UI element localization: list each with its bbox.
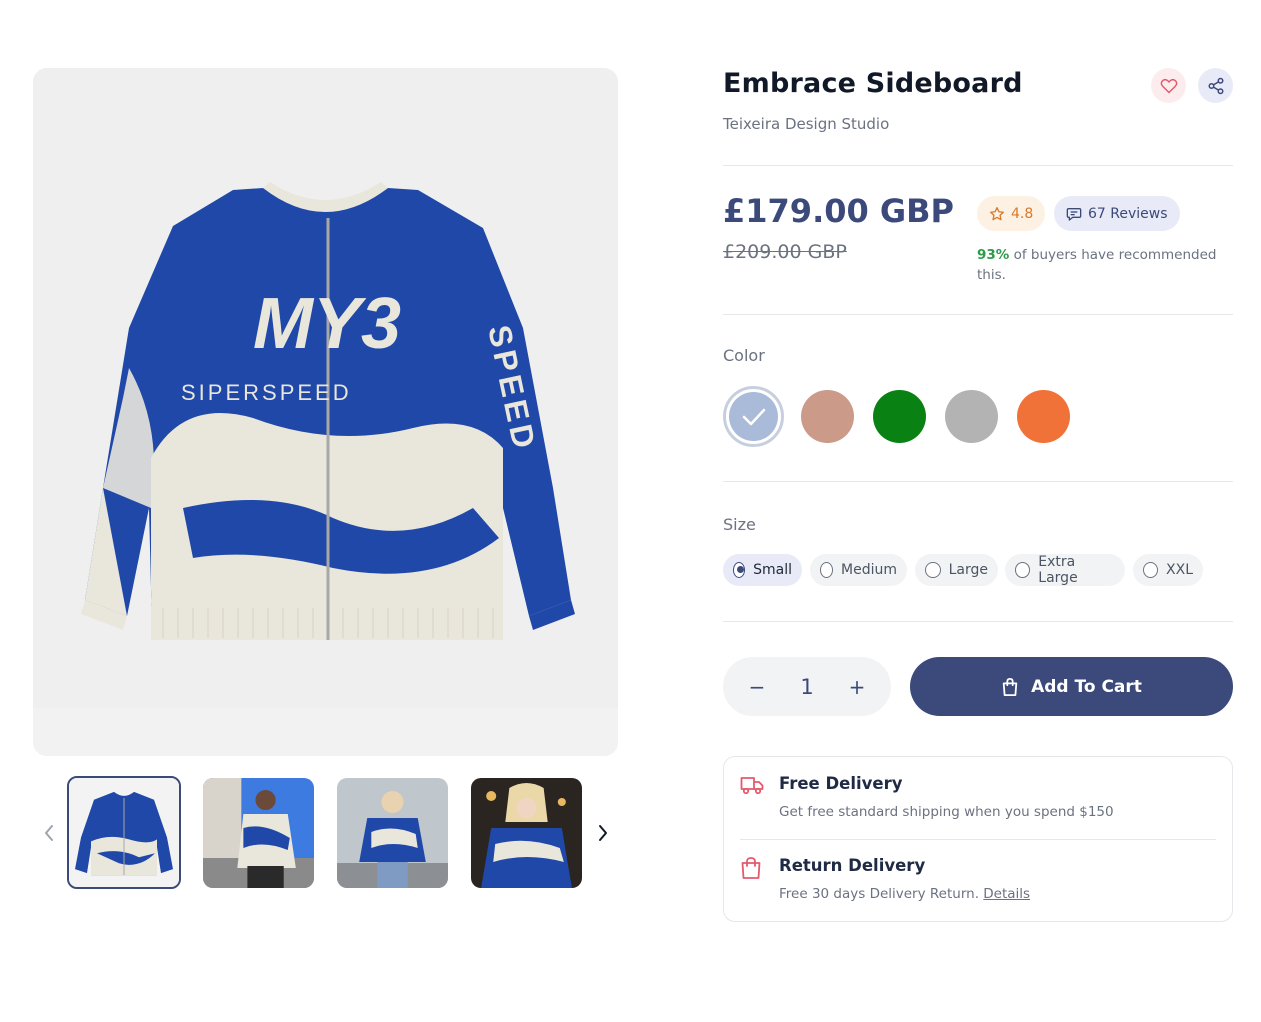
color-swatch-gray[interactable]	[945, 390, 998, 443]
add-to-cart-button[interactable]: Add To Cart	[910, 657, 1233, 716]
share-icon	[1208, 77, 1223, 94]
color-swatch-light-blue[interactable]	[723, 386, 784, 447]
product-old-price: £209.00 GBP	[723, 241, 847, 263]
size-option-small[interactable]: Small	[723, 554, 802, 586]
add-to-cart-label: Add To Cart	[1031, 676, 1142, 697]
heart-icon	[1160, 78, 1177, 93]
product-brand[interactable]: Teixeira Design Studio	[723, 115, 889, 133]
delivery-info-box: Free Delivery Get free standard shipping…	[723, 756, 1233, 922]
quantity-increase-button[interactable]: +	[845, 675, 869, 699]
return-delivery-title: Return Delivery	[779, 856, 926, 875]
star-icon	[990, 206, 1004, 220]
checkmark-icon	[742, 408, 765, 425]
wishlist-button[interactable]	[1151, 68, 1186, 103]
chat-bubble-icon	[1066, 207, 1082, 221]
sweater-logo-text: MY3	[253, 284, 401, 364]
cardigan-thumbnail-icon	[69, 778, 179, 887]
rating-value: 4.8	[1011, 205, 1034, 222]
divider	[723, 481, 1233, 482]
model-photo-thumbnail-icon	[203, 778, 314, 888]
quantity-decrease-button[interactable]: −	[745, 675, 769, 699]
free-delivery-title: Free Delivery	[779, 774, 903, 793]
return-details-link[interactable]: Details	[983, 886, 1030, 902]
recommend-text: 93% of buyers have recommended this.	[977, 245, 1222, 285]
truck-icon	[740, 777, 764, 795]
size-option-large[interactable]: Large	[915, 554, 998, 586]
color-swatch-rose-tan[interactable]	[801, 390, 854, 443]
thumbnail-next-button[interactable]	[588, 818, 618, 848]
size-option-label: XXL	[1166, 562, 1193, 578]
shopping-bag-icon	[741, 857, 761, 879]
divider	[723, 314, 1233, 315]
thumbnail-prev-button[interactable]	[34, 818, 64, 848]
radio-icon	[1015, 562, 1031, 578]
reviews-count: 67 Reviews	[1088, 205, 1168, 222]
radio-selected-icon	[733, 562, 746, 578]
free-delivery-desc: Get free standard shipping when you spen…	[779, 804, 1114, 820]
size-option-label: Small	[753, 562, 792, 578]
divider	[740, 839, 1216, 840]
return-delivery-desc: Free 30 days Delivery Return. Details	[779, 886, 1030, 902]
thumbnail-3[interactable]	[337, 778, 448, 888]
recommend-label: of buyers have recommended this.	[977, 247, 1217, 283]
radio-icon	[1143, 562, 1159, 578]
radio-icon	[820, 562, 834, 578]
size-option-xxl[interactable]: XXL	[1133, 554, 1203, 586]
size-option-label: Large	[948, 562, 988, 578]
model-photo-thumbnail-icon	[337, 778, 448, 888]
quantity-stepper: − 1 +	[723, 657, 891, 716]
cardigan-image: MY3 SIPERSPEED SPEED	[33, 68, 618, 756]
thumbnail-1[interactable]	[67, 776, 181, 889]
chevron-left-icon	[45, 825, 53, 841]
radio-icon	[925, 562, 941, 578]
model-photo-thumbnail-icon	[471, 778, 582, 888]
thumbnail-2[interactable]	[203, 778, 314, 888]
swatch-fill	[729, 392, 778, 441]
chevron-right-icon	[599, 825, 607, 841]
reviews-badge[interactable]: 67 Reviews	[1054, 196, 1180, 231]
size-option-label: Extra Large	[1038, 554, 1078, 586]
size-option-label: Medium	[841, 562, 897, 578]
recommend-percentage: 93%	[977, 247, 1010, 263]
sweater-chest-text: SIPERSPEED	[181, 380, 352, 405]
size-option-medium[interactable]: Medium	[810, 554, 907, 586]
product-title: Embrace Sideboard	[723, 68, 1023, 99]
quantity-value[interactable]: 1	[800, 675, 813, 699]
shopping-bag-icon	[1002, 677, 1018, 696]
color-swatch-green[interactable]	[873, 390, 926, 443]
product-price: £179.00 GBP	[723, 192, 954, 230]
divider	[723, 165, 1233, 166]
return-delivery-text: Free 30 days Delivery Return.	[779, 886, 984, 902]
share-button[interactable]	[1198, 68, 1233, 103]
main-product-image[interactable]: MY3 SIPERSPEED SPEED	[33, 68, 618, 756]
color-label: Color	[723, 346, 765, 365]
size-label: Size	[723, 515, 756, 534]
divider	[723, 621, 1233, 622]
rating-badge: 4.8	[977, 196, 1046, 231]
thumbnail-4[interactable]	[471, 778, 582, 888]
color-swatch-orange[interactable]	[1017, 390, 1070, 443]
size-option-extra-large[interactable]: Extra Large	[1005, 554, 1125, 586]
